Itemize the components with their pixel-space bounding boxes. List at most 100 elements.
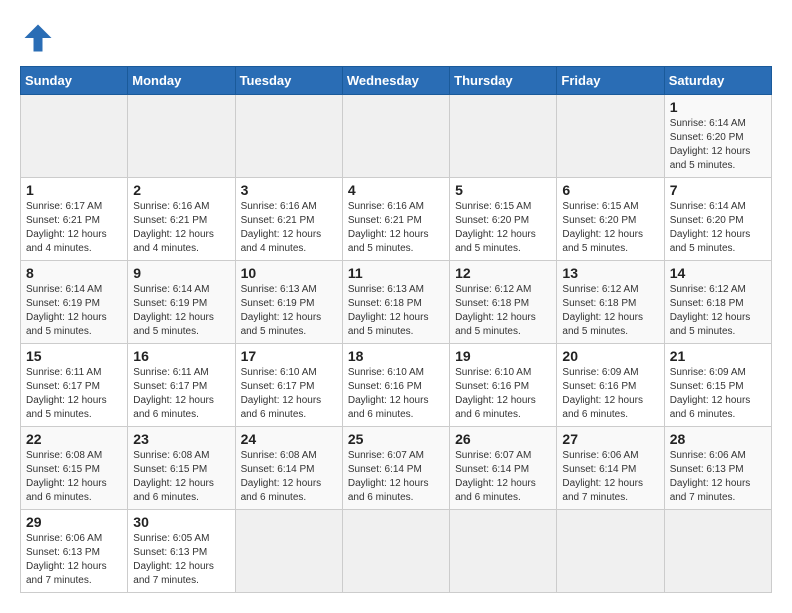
calendar-cell (235, 95, 342, 178)
calendar-cell: 16Sunrise: 6:11 AMSunset: 6:17 PMDayligh… (128, 344, 235, 427)
day-number: 26 (455, 431, 551, 447)
calendar-cell: 22 Sunrise: 6:08 AMSunset: 6:15 PMDayligh… (21, 427, 128, 510)
calendar-cell: 24 Sunrise: 6:08 AMSunset: 6:14 PMDayligh… (235, 427, 342, 510)
day-number: 21 (670, 348, 766, 364)
day-number: 7 (670, 182, 766, 198)
calendar-cell (450, 510, 557, 593)
day-number: 24 (241, 431, 337, 447)
calendar-table: SundayMondayTuesdayWednesdayThursdayFrid… (20, 66, 772, 593)
calendar-cell: 12 Sunrise: 6:12 AMSunset: 6:18 PMDayligh… (450, 261, 557, 344)
day-number: 8 (26, 265, 122, 281)
day-info: Sunrise: 6:06 AMSunset: 6:14 PMDaylight:… (562, 449, 658, 505)
calendar-cell: 7 Sunrise: 6:14 AMSunset: 6:20 PMDaylight… (664, 178, 771, 261)
calendar-week-row: 1Sunrise: 6:14 AMSunset: 6:20 PMDaylight… (21, 95, 772, 178)
day-number: 27 (562, 431, 658, 447)
day-info: Sunrise: 6:15 AMSunset: 6:20 PMDaylight:… (562, 200, 658, 256)
column-header-thursday: Thursday (450, 67, 557, 95)
day-info: Sunrise: 6:10 AMSunset: 6:16 PMDaylight:… (348, 366, 444, 422)
day-number: 3 (241, 182, 337, 198)
day-number: 20 (562, 348, 658, 364)
calendar-cell: 2 Sunrise: 6:16 AMSunset: 6:21 PMDaylight… (128, 178, 235, 261)
day-number: 2 (133, 182, 229, 198)
calendar-cell: 10 Sunrise: 6:13 AMSunset: 6:19 PMDayligh… (235, 261, 342, 344)
day-number: 13 (562, 265, 658, 281)
day-number: 4 (348, 182, 444, 198)
day-number: 10 (241, 265, 337, 281)
calendar-cell: 29 Sunrise: 6:06 AMSunset: 6:13 PMDayligh… (21, 510, 128, 593)
day-number: 23 (133, 431, 229, 447)
calendar-cell: 14 Sunrise: 6:12 AMSunset: 6:18 PMDayligh… (664, 261, 771, 344)
calendar-cell (342, 95, 449, 178)
day-info: Sunrise: 6:09 AMSunset: 6:16 PMDaylight:… (562, 366, 658, 422)
day-number: 30 (133, 514, 229, 530)
calendar-cell: 23Sunrise: 6:08 AMSunset: 6:15 PMDayligh… (128, 427, 235, 510)
logo-icon (20, 20, 56, 56)
calendar-cell (235, 510, 342, 593)
day-number: 1 (26, 182, 122, 198)
logo (20, 20, 62, 56)
calendar-cell (21, 95, 128, 178)
calendar-cell: 1 Sunrise: 6:17 AMSunset: 6:21 PMDaylight… (21, 178, 128, 261)
calendar-cell (557, 510, 664, 593)
day-number: 17 (241, 348, 337, 364)
day-number: 6 (562, 182, 658, 198)
column-header-friday: Friday (557, 67, 664, 95)
day-info: Sunrise: 6:14 AMSunset: 6:19 PMDaylight:… (133, 283, 229, 339)
calendar-cell (128, 95, 235, 178)
calendar-header-row: SundayMondayTuesdayWednesdayThursdayFrid… (21, 67, 772, 95)
column-header-monday: Monday (128, 67, 235, 95)
calendar-cell: 28 Sunrise: 6:06 AMSunset: 6:13 PMDayligh… (664, 427, 771, 510)
day-info: Sunrise: 6:10 AMSunset: 6:16 PMDaylight:… (455, 366, 551, 422)
day-number: 19 (455, 348, 551, 364)
calendar-week-row: 8 Sunrise: 6:14 AMSunset: 6:19 PMDaylight… (21, 261, 772, 344)
calendar-cell (450, 95, 557, 178)
calendar-cell: 21 Sunrise: 6:09 AMSunset: 6:15 PMDayligh… (664, 344, 771, 427)
day-info: Sunrise: 6:14 AMSunset: 6:19 PMDaylight:… (26, 283, 122, 339)
calendar-cell: 11Sunrise: 6:13 AMSunset: 6:18 PMDayligh… (342, 261, 449, 344)
day-number: 29 (26, 514, 122, 530)
calendar-cell: 20 Sunrise: 6:09 AMSunset: 6:16 PMDayligh… (557, 344, 664, 427)
calendar-cell (557, 95, 664, 178)
day-info: Sunrise: 6:13 AMSunset: 6:19 PMDaylight:… (241, 283, 337, 339)
page-header (20, 20, 772, 56)
day-number: 9 (133, 265, 229, 281)
day-info: Sunrise: 6:07 AMSunset: 6:14 PMDaylight:… (455, 449, 551, 505)
calendar-week-row: 15Sunrise: 6:11 AMSunset: 6:17 PMDayligh… (21, 344, 772, 427)
day-info: Sunrise: 6:10 AMSunset: 6:17 PMDaylight:… (241, 366, 337, 422)
day-info: Sunrise: 6:13 AMSunset: 6:18 PMDaylight:… (348, 283, 444, 339)
day-number: 12 (455, 265, 551, 281)
calendar-cell: 1Sunrise: 6:14 AMSunset: 6:20 PMDaylight… (664, 95, 771, 178)
day-info: Sunrise: 6:12 AMSunset: 6:18 PMDaylight:… (562, 283, 658, 339)
day-info: Sunrise: 6:12 AMSunset: 6:18 PMDaylight:… (670, 283, 766, 339)
calendar-body: 1 Sunrise: 6:14 AMSunset: 6:20 PMDaylight… (21, 95, 772, 593)
day-number: 5 (455, 182, 551, 198)
column-header-sunday: Sunday (21, 67, 128, 95)
day-info: Sunrise: 6:06 AMSunset: 6:13 PMDaylight:… (26, 532, 122, 588)
day-info: Sunrise: 6:06 AMSunset: 6:13 PMDaylight:… (670, 449, 766, 505)
calendar-cell: 25Sunrise: 6:07 AMSunset: 6:14 PMDayligh… (342, 427, 449, 510)
day-info: Sunrise: 6:09 AMSunset: 6:15 PMDaylight:… (670, 366, 766, 422)
day-info: Sunrise: 6:08 AMSunset: 6:14 PMDaylight:… (241, 449, 337, 505)
day-number: 22 (26, 431, 122, 447)
calendar-cell: 30Sunrise: 6:05 AMSunset: 6:13 PMDayligh… (128, 510, 235, 593)
day-info: Sunrise: 6:16 AMSunset: 6:21 PMDaylight:… (133, 200, 229, 256)
day-info: Sunrise: 6:12 AMSunset: 6:18 PMDaylight:… (455, 283, 551, 339)
day-number: 28 (670, 431, 766, 447)
calendar-week-row: 22 Sunrise: 6:08 AMSunset: 6:15 PMDayligh… (21, 427, 772, 510)
calendar-cell: 17 Sunrise: 6:10 AMSunset: 6:17 PMDayligh… (235, 344, 342, 427)
day-number: 16 (133, 348, 229, 364)
calendar-cell: 9 Sunrise: 6:14 AMSunset: 6:19 PMDaylight… (128, 261, 235, 344)
calendar-cell (342, 510, 449, 593)
day-info: Sunrise: 6:17 AMSunset: 6:21 PMDaylight:… (26, 200, 122, 256)
day-number: 1 (670, 99, 766, 115)
calendar-cell: 6 Sunrise: 6:15 AMSunset: 6:20 PMDaylight… (557, 178, 664, 261)
calendar-cell: 27 Sunrise: 6:06 AMSunset: 6:14 PMDayligh… (557, 427, 664, 510)
day-info: Sunrise: 6:08 AMSunset: 6:15 PMDaylight:… (26, 449, 122, 505)
calendar-week-row: 1 Sunrise: 6:17 AMSunset: 6:21 PMDaylight… (21, 178, 772, 261)
day-info: Sunrise: 6:16 AMSunset: 6:21 PMDaylight:… (241, 200, 337, 256)
calendar-cell: 5Sunrise: 6:15 AMSunset: 6:20 PMDaylight… (450, 178, 557, 261)
day-info: Sunrise: 6:14 AMSunset: 6:20 PMDaylight:… (670, 200, 766, 256)
day-number: 14 (670, 265, 766, 281)
day-number: 18 (348, 348, 444, 364)
calendar-cell: 18 Sunrise: 6:10 AMSunset: 6:16 PMDayligh… (342, 344, 449, 427)
